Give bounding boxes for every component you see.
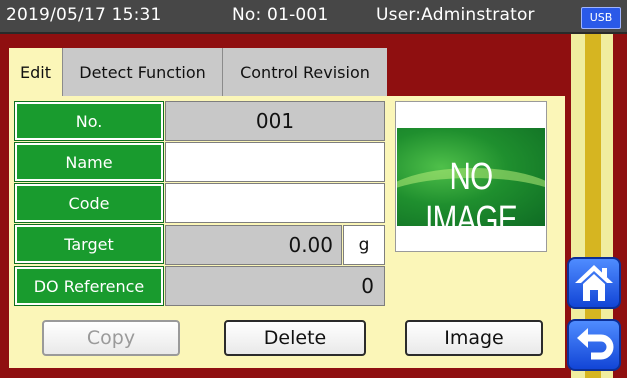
- no-image-text: NO IMAGE: [425, 156, 517, 226]
- tab-detect-function[interactable]: Detect Function: [63, 48, 223, 96]
- tab-edit[interactable]: Edit: [9, 48, 63, 96]
- back-button[interactable]: [567, 319, 621, 371]
- image-placeholder-art: NO IMAGE: [397, 128, 545, 226]
- do-reference-label: DO Reference: [14, 266, 164, 306]
- image-preview: NO IMAGE: [395, 101, 547, 252]
- name-field[interactable]: [165, 142, 385, 182]
- do-reference-field[interactable]: 0: [165, 266, 385, 306]
- status-bar: 2019/05/17 15:31 No: 01-001 User:Adminst…: [0, 0, 627, 34]
- code-label: Code: [14, 183, 164, 223]
- target-label: Target: [14, 224, 164, 264]
- user-text: User:Adminstrator: [376, 5, 535, 25]
- target-field[interactable]: 0.00: [165, 225, 342, 265]
- no-label: No.: [14, 101, 164, 141]
- no-value: 001: [165, 101, 385, 141]
- datetime-text: 2019/05/17 15:31: [6, 5, 162, 25]
- home-icon: [575, 265, 613, 301]
- copy-button[interactable]: Copy: [42, 320, 180, 356]
- target-unit: g: [343, 225, 385, 265]
- image-button[interactable]: Image: [405, 320, 543, 356]
- name-label: Name: [14, 142, 164, 182]
- record-number-text: No: 01-001: [232, 5, 329, 25]
- tab-control-revision[interactable]: Control Revision: [223, 48, 387, 96]
- home-button[interactable]: [567, 257, 621, 309]
- usb-indicator: USB: [581, 7, 621, 29]
- code-field[interactable]: [165, 183, 385, 223]
- delete-button[interactable]: Delete: [224, 320, 366, 356]
- return-icon: [577, 328, 614, 360]
